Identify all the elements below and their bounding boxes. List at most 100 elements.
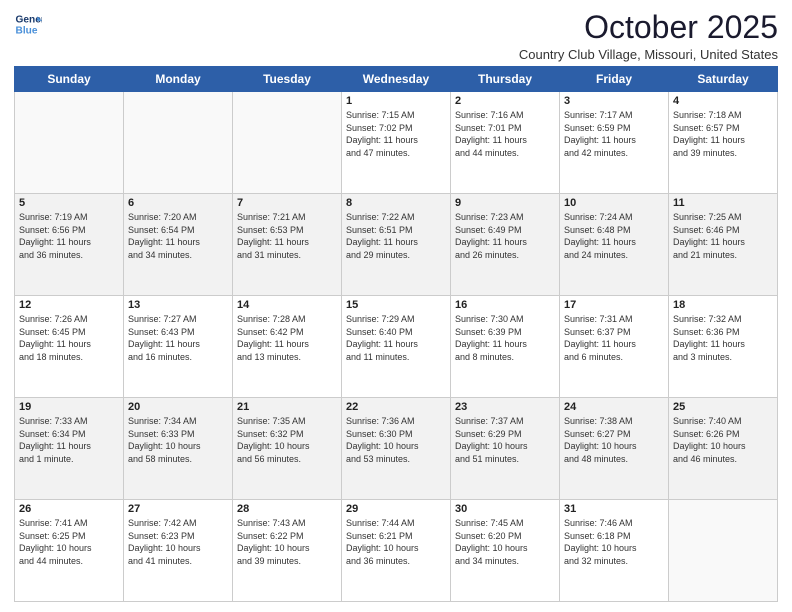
day-info: Sunrise: 7:37 AM Sunset: 6:29 PM Dayligh… — [455, 415, 555, 465]
day-number: 4 — [673, 95, 773, 107]
day-number: 3 — [564, 95, 664, 107]
calendar-table: Sunday Monday Tuesday Wednesday Thursday… — [14, 66, 778, 602]
day-info: Sunrise: 7:36 AM Sunset: 6:30 PM Dayligh… — [346, 415, 446, 465]
table-row: 29Sunrise: 7:44 AM Sunset: 6:21 PM Dayli… — [342, 500, 451, 602]
day-number: 13 — [128, 299, 228, 311]
col-friday: Friday — [560, 67, 669, 92]
col-tuesday: Tuesday — [233, 67, 342, 92]
logo: General Blue — [14, 10, 42, 38]
calendar-week-row: 26 Sunrise: 7:41 AM Sunset: 6:25 PM Dayli… — [15, 500, 778, 602]
table-row: 26 Sunrise: 7:41 AM Sunset: 6:25 PM Dayli… — [15, 500, 124, 602]
table-row: 12 Sunrise: 7:26 AM Sunset: 6:45 PM Dayli… — [15, 296, 124, 398]
day-info: Sunrise: 7:18 AM Sunset: 6:57 PM Dayligh… — [673, 109, 773, 159]
day-info: Sunrise: 7:29 AM Sunset: 6:40 PM Dayligh… — [346, 313, 446, 363]
day-number: 5 — [19, 197, 119, 209]
table-row: 10 Sunrise: 7:24 AM Sunset: 6:48 PM Dayli… — [560, 194, 669, 296]
day-number: 25 — [673, 401, 773, 413]
day-info: Sunrise: 7:20 AM Sunset: 6:54 PM Dayligh… — [128, 211, 228, 261]
table-row: 22 Sunrise: 7:36 AM Sunset: 6:30 PM Dayli… — [342, 398, 451, 500]
table-row: 15Sunrise: 7:29 AM Sunset: 6:40 PM Dayli… — [342, 296, 451, 398]
day-number: 10 — [564, 197, 664, 209]
calendar-header-row: Sunday Monday Tuesday Wednesday Thursday… — [15, 67, 778, 92]
table-row: 14Sunrise: 7:28 AM Sunset: 6:42 PM Dayli… — [233, 296, 342, 398]
table-row: 3Sunrise: 7:17 AM Sunset: 6:59 PM Daylig… — [560, 92, 669, 194]
table-row — [15, 92, 124, 194]
page: General Blue October 2025 Country Club V… — [0, 0, 792, 612]
day-info: Sunrise: 7:16 AM Sunset: 7:01 PM Dayligh… — [455, 109, 555, 159]
table-row: 18Sunrise: 7:32 AM Sunset: 6:36 PM Dayli… — [669, 296, 778, 398]
col-monday: Monday — [124, 67, 233, 92]
calendar-week-row: 5Sunrise: 7:19 AM Sunset: 6:56 PM Daylig… — [15, 194, 778, 296]
calendar-week-row: 1Sunrise: 7:15 AM Sunset: 7:02 PM Daylig… — [15, 92, 778, 194]
calendar-week-row: 19Sunrise: 7:33 AM Sunset: 6:34 PM Dayli… — [15, 398, 778, 500]
day-info: Sunrise: 7:26 AM Sunset: 6:45 PM Dayligh… — [19, 313, 119, 363]
table-row — [124, 92, 233, 194]
day-info: Sunrise: 7:43 AM Sunset: 6:22 PM Dayligh… — [237, 517, 337, 567]
table-row — [233, 92, 342, 194]
table-row: 13 Sunrise: 7:27 AM Sunset: 6:43 PM Dayli… — [124, 296, 233, 398]
day-info: Sunrise: 7:22 AM Sunset: 6:51 PM Dayligh… — [346, 211, 446, 261]
table-row: 5Sunrise: 7:19 AM Sunset: 6:56 PM Daylig… — [15, 194, 124, 296]
table-row: 19Sunrise: 7:33 AM Sunset: 6:34 PM Dayli… — [15, 398, 124, 500]
day-number: 27 — [128, 503, 228, 515]
day-info: Sunrise: 7:40 AM Sunset: 6:26 PM Dayligh… — [673, 415, 773, 465]
day-number: 28 — [237, 503, 337, 515]
table-row: 23 Sunrise: 7:37 AM Sunset: 6:29 PM Dayli… — [451, 398, 560, 500]
day-info: Sunrise: 7:41 AM Sunset: 6:25 PM Dayligh… — [19, 517, 119, 567]
table-row: 17 Sunrise: 7:31 AM Sunset: 6:37 PM Dayli… — [560, 296, 669, 398]
table-row: 11 Sunrise: 7:25 AM Sunset: 6:46 PM Dayli… — [669, 194, 778, 296]
table-row: 20Sunrise: 7:34 AM Sunset: 6:33 PM Dayli… — [124, 398, 233, 500]
day-info: Sunrise: 7:46 AM Sunset: 6:18 PM Dayligh… — [564, 517, 664, 567]
title-block: October 2025 Country Club Village, Misso… — [519, 10, 778, 62]
day-info: Sunrise: 7:34 AM Sunset: 6:33 PM Dayligh… — [128, 415, 228, 465]
table-row: 9Sunrise: 7:23 AM Sunset: 6:49 PM Daylig… — [451, 194, 560, 296]
day-number: 22 — [346, 401, 446, 413]
table-row: 25 Sunrise: 7:40 AM Sunset: 6:26 PM Dayli… — [669, 398, 778, 500]
day-info: Sunrise: 7:23 AM Sunset: 6:49 PM Dayligh… — [455, 211, 555, 261]
logo-icon: General Blue — [14, 10, 42, 38]
day-number: 12 — [19, 299, 119, 311]
header: General Blue October 2025 Country Club V… — [14, 10, 778, 62]
day-number: 11 — [673, 197, 773, 209]
day-number: 8 — [346, 197, 446, 209]
table-row — [669, 500, 778, 602]
table-row: 31Sunrise: 7:46 AM Sunset: 6:18 PM Dayli… — [560, 500, 669, 602]
subtitle: Country Club Village, Missouri, United S… — [519, 47, 778, 62]
day-info: Sunrise: 7:45 AM Sunset: 6:20 PM Dayligh… — [455, 517, 555, 567]
table-row: 1Sunrise: 7:15 AM Sunset: 7:02 PM Daylig… — [342, 92, 451, 194]
day-info: Sunrise: 7:28 AM Sunset: 6:42 PM Dayligh… — [237, 313, 337, 363]
month-title: October 2025 — [519, 10, 778, 45]
table-row: 27Sunrise: 7:42 AM Sunset: 6:23 PM Dayli… — [124, 500, 233, 602]
table-row: 2 Sunrise: 7:16 AM Sunset: 7:01 PM Daylig… — [451, 92, 560, 194]
col-wednesday: Wednesday — [342, 67, 451, 92]
day-number: 7 — [237, 197, 337, 209]
day-number: 23 — [455, 401, 555, 413]
calendar-week-row: 12 Sunrise: 7:26 AM Sunset: 6:45 PM Dayli… — [15, 296, 778, 398]
table-row: 8 Sunrise: 7:22 AM Sunset: 6:51 PM Daylig… — [342, 194, 451, 296]
day-number: 2 — [455, 95, 555, 107]
day-info: Sunrise: 7:33 AM Sunset: 6:34 PM Dayligh… — [19, 415, 119, 465]
day-info: Sunrise: 7:30 AM Sunset: 6:39 PM Dayligh… — [455, 313, 555, 363]
day-info: Sunrise: 7:25 AM Sunset: 6:46 PM Dayligh… — [673, 211, 773, 261]
day-info: Sunrise: 7:38 AM Sunset: 6:27 PM Dayligh… — [564, 415, 664, 465]
day-number: 16 — [455, 299, 555, 311]
day-number: 26 — [19, 503, 119, 515]
table-row: 6 Sunrise: 7:20 AM Sunset: 6:54 PM Daylig… — [124, 194, 233, 296]
day-number: 6 — [128, 197, 228, 209]
day-info: Sunrise: 7:24 AM Sunset: 6:48 PM Dayligh… — [564, 211, 664, 261]
day-info: Sunrise: 7:31 AM Sunset: 6:37 PM Dayligh… — [564, 313, 664, 363]
table-row: 21Sunrise: 7:35 AM Sunset: 6:32 PM Dayli… — [233, 398, 342, 500]
day-number: 24 — [564, 401, 664, 413]
table-row: 30Sunrise: 7:45 AM Sunset: 6:20 PM Dayli… — [451, 500, 560, 602]
day-info: Sunrise: 7:27 AM Sunset: 6:43 PM Dayligh… — [128, 313, 228, 363]
table-row: 16 Sunrise: 7:30 AM Sunset: 6:39 PM Dayli… — [451, 296, 560, 398]
col-thursday: Thursday — [451, 67, 560, 92]
day-number: 21 — [237, 401, 337, 413]
col-saturday: Saturday — [669, 67, 778, 92]
day-number: 17 — [564, 299, 664, 311]
svg-text:Blue: Blue — [16, 25, 38, 36]
table-row: 28 Sunrise: 7:43 AM Sunset: 6:22 PM Dayli… — [233, 500, 342, 602]
table-row: 7Sunrise: 7:21 AM Sunset: 6:53 PM Daylig… — [233, 194, 342, 296]
day-number: 1 — [346, 95, 446, 107]
day-number: 18 — [673, 299, 773, 311]
